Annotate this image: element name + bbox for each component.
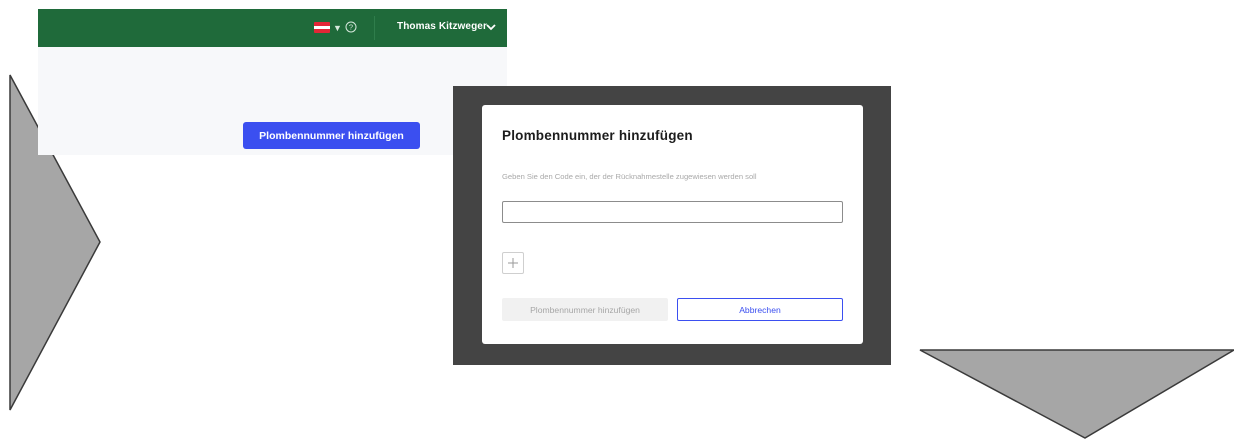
submit-seal-number-button[interactable]: Plombennummer hinzufügen — [502, 298, 668, 321]
user-name[interactable]: Thomas Kitzweger — [397, 21, 487, 32]
plus-icon — [508, 258, 518, 268]
austria-flag-icon[interactable] — [314, 22, 330, 33]
top-navigation-bar: ▼ ? Thomas Kitzweger — [38, 9, 507, 47]
dialog-hint: Geben Sie den Code ein, der der Rücknahm… — [502, 172, 757, 181]
chevron-down-icon[interactable] — [485, 21, 497, 33]
down-arrow-shape — [919, 349, 1234, 439]
cancel-button[interactable]: Abbrechen — [677, 298, 843, 321]
svg-text:?: ? — [349, 23, 353, 32]
header-divider — [374, 16, 375, 40]
language-dropdown-caret-icon[interactable]: ▼ — [333, 23, 342, 33]
screenshot-stage: ▼ ? Thomas Kitzweger Plombennummer hinzu… — [0, 0, 1234, 441]
dialog-title: Plombennummer hinzufügen — [502, 128, 693, 143]
add-seal-number-button[interactable]: Plombennummer hinzufügen — [243, 122, 420, 149]
seal-code-input[interactable] — [502, 201, 843, 223]
app-snippet: ▼ ? Thomas Kitzweger Plombennummer hinzu… — [38, 9, 507, 155]
add-seal-number-dialog: Plombennummer hinzufügen Geben Sie den C… — [482, 105, 863, 344]
help-icon[interactable]: ? — [345, 21, 357, 33]
modal-overlay: Plombennummer hinzufügen Geben Sie den C… — [453, 86, 891, 365]
add-field-button[interactable] — [502, 252, 524, 274]
